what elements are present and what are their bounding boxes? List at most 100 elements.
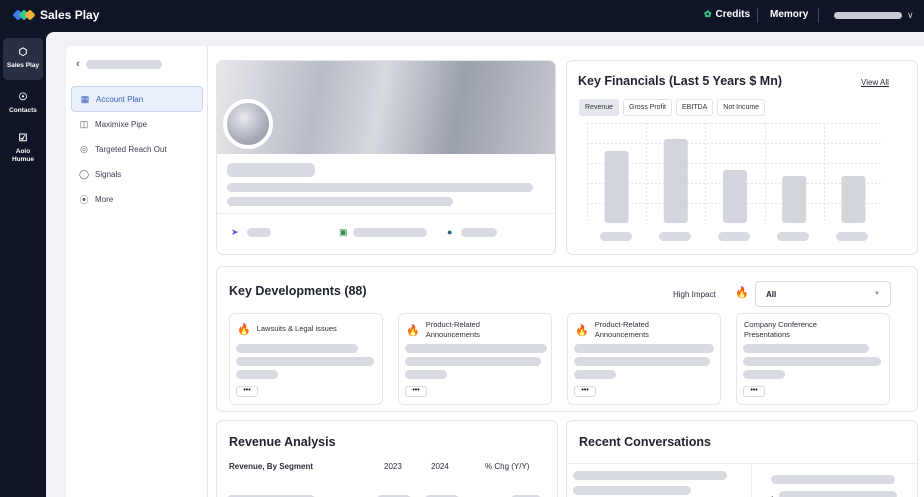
chart-bar[interactable]: [604, 151, 629, 223]
text-placeholder: [743, 357, 881, 366]
nav-item-label: Account Plan: [96, 94, 144, 104]
rail-item-label: Aoio Humue: [11, 148, 35, 163]
top-bar: Sales Play ✿ Credits Memory ∨: [0, 0, 924, 32]
rail-item-label: Contacts: [9, 107, 37, 114]
cube-icon: ⬡: [18, 47, 28, 58]
divider: [751, 463, 752, 497]
left-rail: ⬡ Sales Play ☉ Contacts ☑ Aoio Humue: [0, 32, 46, 497]
divider: [217, 213, 555, 214]
user-name-placeholder: [834, 12, 902, 19]
more-button[interactable]: •••: [743, 386, 765, 397]
tab-gross-profit[interactable]: Gross Profit: [623, 99, 672, 116]
website-placeholder[interactable]: [461, 228, 497, 237]
checklist-icon: ☑: [18, 133, 28, 144]
development-card[interactable]: 🔥 Product-Related Announcements •••: [398, 313, 552, 405]
chart-bar[interactable]: [663, 139, 688, 223]
chart-bar[interactable]: [841, 176, 866, 223]
development-category: Company Conference Presentations: [744, 320, 817, 340]
development-card[interactable]: 🔥 Lawsuits & Legal issues •••: [229, 313, 383, 405]
nav-item-maximixe-pipe[interactable]: ◫ Maximixe Pipe: [71, 111, 203, 137]
x-tick-label-placeholder: [777, 232, 809, 241]
flame-icon: 🔥: [406, 325, 420, 337]
globe-icon: ◯: [79, 168, 90, 179]
more-button[interactable]: •••: [405, 386, 427, 397]
nav-list: ▦ Account Plan ◫ Maximixe Pipe ◎ Targete…: [71, 86, 203, 211]
nav-item-signals[interactable]: ◯ Signals: [71, 161, 203, 187]
company-profile-card: ➤ ▣ ●: [216, 60, 556, 255]
nav-item-label: More: [95, 194, 114, 204]
account-nav: ‹ ▦ Account Plan ◫ Maximixe Pipe ◎ Targe…: [66, 46, 208, 497]
flame-icon: 🔥: [735, 287, 749, 299]
chevron-right-icon[interactable]: ›: [771, 492, 774, 497]
conversation-placeholder[interactable]: [771, 475, 895, 484]
development-category: Product-Related Announcements: [425, 320, 480, 340]
developments-title: Key Developments (88): [229, 284, 367, 298]
development-card[interactable]: 🔥 Product-Related Announcements •••: [567, 313, 721, 405]
company-logo: [223, 99, 273, 149]
text-placeholder: [405, 357, 541, 366]
development-category: Product-Related Announcements: [594, 320, 649, 340]
development-card[interactable]: Company Conference Presentations •••: [736, 313, 890, 405]
user-menu[interactable]: ∨: [834, 10, 914, 21]
impact-filter-label: High Impact: [673, 290, 716, 299]
divider: [757, 8, 758, 23]
brand-name: Sales Play: [40, 8, 100, 22]
text-placeholder: [236, 344, 358, 353]
company-name-placeholder: [227, 163, 315, 177]
grid-icon: ▦: [80, 93, 90, 104]
impact-select[interactable]: All ▼: [755, 281, 891, 307]
financials-tabs: Revenue Gross Profit EBITDA Not Incume: [579, 99, 766, 116]
cover-image: [217, 61, 555, 154]
back-button[interactable]: ‹: [76, 58, 162, 70]
bar-chart: [587, 123, 883, 223]
chart-bar[interactable]: [723, 170, 747, 223]
text-placeholder: [743, 344, 869, 353]
nav-item-targeted-reach-out[interactable]: ◎ Targeted Reach Out: [71, 136, 203, 162]
change-header: % Chg (Y/Y): [485, 462, 530, 471]
nav-item-more[interactable]: ⦿ More: [71, 186, 203, 212]
more-button[interactable]: •••: [574, 386, 596, 397]
text-placeholder: [236, 357, 374, 366]
conversation-placeholder: [573, 486, 691, 495]
rail-item-sales-play[interactable]: ⬡ Sales Play: [3, 38, 43, 80]
nav-item-label: Maximixe Pipe: [95, 119, 148, 129]
text-placeholder: [405, 370, 447, 379]
description-placeholder: [227, 197, 453, 206]
nav-item-label: Targeted Reach Out: [95, 144, 167, 154]
chart-bar[interactable]: [782, 176, 807, 223]
brand-logo-icon: [12, 9, 36, 21]
building-icon: ▣: [339, 227, 348, 237]
text-placeholder: [574, 370, 616, 379]
app-panel: ‹ ▦ Account Plan ◫ Maximixe Pipe ◎ Targe…: [46, 32, 924, 497]
view-all-link[interactable]: View All: [861, 78, 889, 87]
text-placeholder: [236, 370, 278, 379]
rail-item-contacts[interactable]: ☉ Contacts: [3, 92, 43, 122]
text-placeholder: [743, 370, 785, 379]
conversations-title: Recent Conversations: [579, 435, 711, 449]
rail-item-label: Sales Play: [6, 62, 40, 69]
conversation-placeholder[interactable]: [573, 471, 727, 480]
nav-item-account-plan[interactable]: ▦ Account Plan: [71, 86, 203, 112]
tab-ebitda[interactable]: EBITDA: [675, 99, 714, 116]
x-tick-label-placeholder: [659, 232, 691, 241]
conversation-placeholder: [779, 491, 897, 497]
account-name-placeholder: [85, 59, 162, 69]
leaf-icon: ✿: [704, 9, 712, 19]
tab-net-income[interactable]: Not Incume: [717, 99, 766, 116]
year-2024-header: 2024: [431, 462, 449, 471]
credits-button[interactable]: ✿ Credits: [704, 9, 750, 20]
industry-placeholder: [353, 228, 427, 237]
x-tick-label-placeholder: [836, 232, 868, 241]
text-placeholder: [574, 357, 710, 366]
memory-button[interactable]: Memory: [770, 9, 808, 20]
divider: [818, 8, 819, 23]
more-button[interactable]: •••: [236, 386, 258, 397]
x-tick-label-placeholder: [718, 232, 750, 241]
brand[interactable]: Sales Play: [12, 8, 100, 22]
rail-item-aoio-humue[interactable]: ☑ Aoio Humue: [3, 133, 43, 167]
financials-title: Key Financials (Last 5 Years $ Mn): [578, 74, 783, 88]
divider: [567, 463, 919, 464]
tab-revenue[interactable]: Revenue: [579, 99, 620, 116]
chevron-down-icon: ∨: [907, 10, 914, 20]
contacts-icon: ☉: [18, 92, 28, 103]
